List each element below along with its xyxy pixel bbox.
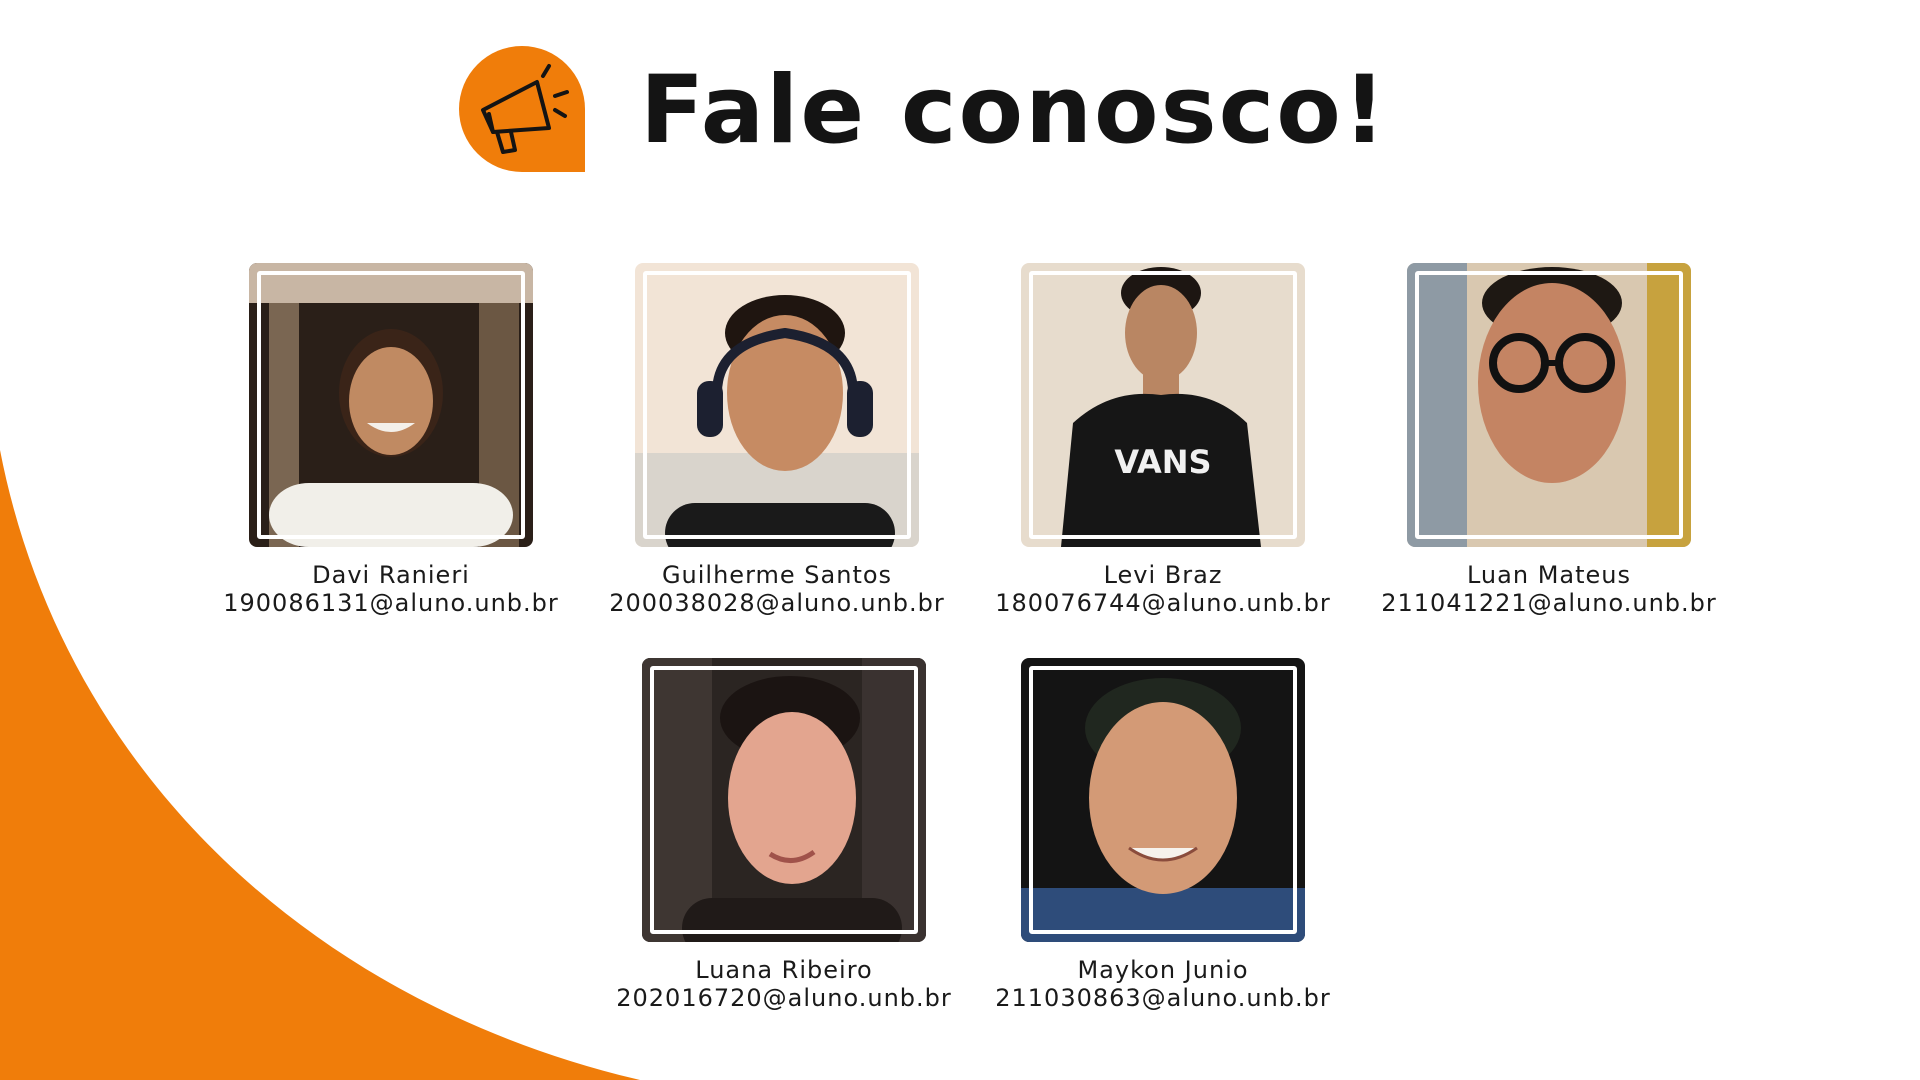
member-email[interactable]: 202016720@aluno.unb.br xyxy=(574,984,994,1012)
member-photo xyxy=(1021,658,1305,942)
member-email[interactable]: 190086131@aluno.unb.br xyxy=(181,589,601,617)
member-card: Luana Ribeiro 202016720@aluno.unb.br xyxy=(574,658,994,1012)
member-card: Guilherme Santos 200038028@aluno.unb.br xyxy=(567,263,987,617)
member-name: Maykon Junio xyxy=(1077,956,1249,984)
member-photo xyxy=(249,263,533,547)
megaphone-icon xyxy=(459,46,585,172)
member-name: Luana Ribeiro xyxy=(695,956,873,984)
member-name: Levi Braz xyxy=(1103,561,1223,589)
member-card: Maykon Junio 211030863@aluno.unb.br xyxy=(953,658,1373,1012)
member-card: Davi Ranieri 190086131@aluno.unb.br xyxy=(181,263,601,617)
member-photo: VANS xyxy=(1021,263,1305,547)
member-card: Luan Mateus 211041221@aluno.unb.br xyxy=(1339,263,1759,617)
member-card: VANS Levi Braz 180076744@aluno.unb.br xyxy=(953,263,1373,617)
page-title: Fale conosco! xyxy=(640,56,1388,165)
member-name: Guilherme Santos xyxy=(661,561,893,589)
member-email[interactable]: 180076744@aluno.unb.br xyxy=(953,589,1373,617)
member-email[interactable]: 211041221@aluno.unb.br xyxy=(1339,589,1759,617)
member-email[interactable]: 211030863@aluno.unb.br xyxy=(953,984,1373,1012)
member-photo xyxy=(635,263,919,547)
member-name: Davi Ranieri xyxy=(312,561,470,589)
member-photo xyxy=(642,658,926,942)
member-email[interactable]: 200038028@aluno.unb.br xyxy=(567,589,987,617)
member-name: Luan Mateus xyxy=(1466,561,1631,589)
member-photo xyxy=(1407,263,1691,547)
